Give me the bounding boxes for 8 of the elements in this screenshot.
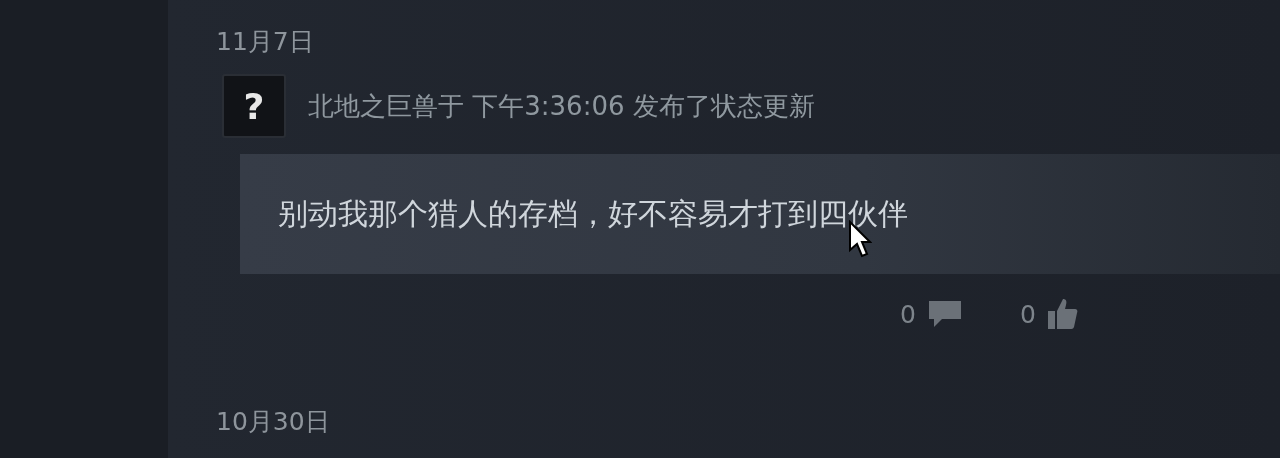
- thumbs-up-icon[interactable]: [1045, 297, 1078, 331]
- date-heading: 11月7日: [216, 26, 314, 58]
- date-heading: 10月30日: [216, 406, 330, 438]
- status-text: 别动我那个猎人的存档，好不容易才打到四伙伴: [278, 194, 908, 233]
- avatar[interactable]: ?: [222, 74, 286, 138]
- like-count: 0: [1019, 299, 1036, 329]
- status-header: 北地之巨兽于 下午3:36:06 发布了状态更新: [308, 89, 815, 123]
- comment-count: 0: [900, 299, 916, 329]
